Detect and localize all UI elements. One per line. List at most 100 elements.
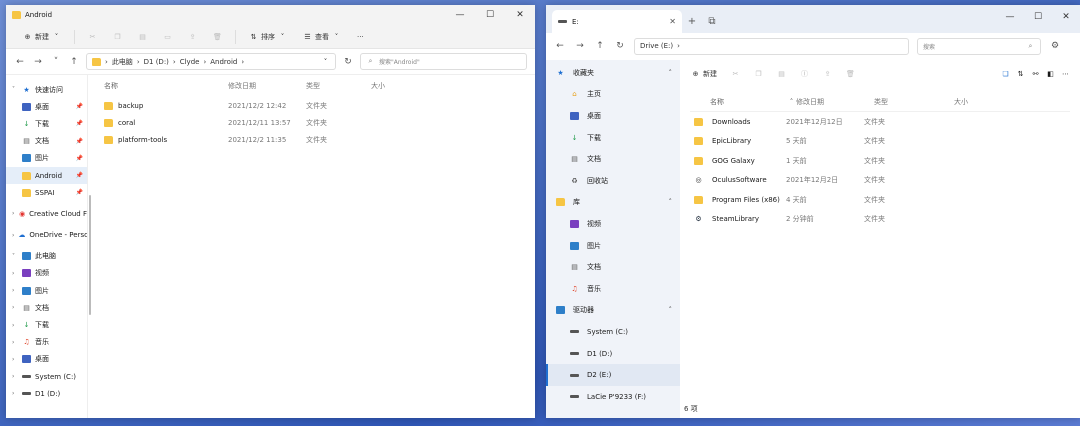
- column-type[interactable]: 类型: [874, 97, 954, 107]
- search-box[interactable]: ⌕ 搜索"Android": [360, 53, 527, 70]
- sidebar-item[interactable]: › 桌面: [6, 351, 87, 368]
- sidebar-item[interactable]: 桌面 📌: [6, 98, 87, 115]
- chevron-icon[interactable]: ›: [12, 322, 18, 329]
- sidebar-item[interactable]: 图片 📌: [6, 150, 87, 167]
- delete-button[interactable]: 🗑: [206, 28, 229, 46]
- view-button[interactable]: ☰ 查看 ˅: [296, 28, 348, 46]
- new-tab-button[interactable]: +: [682, 10, 702, 33]
- close-button[interactable]: ✕: [505, 5, 535, 25]
- chevron-up-icon[interactable]: ˄: [669, 198, 673, 206]
- sidebar-item[interactable]: › ◉ Creative Cloud F: [6, 205, 87, 222]
- sidebar-item[interactable]: Android 📌: [6, 166, 87, 185]
- sidebar-item[interactable]: D2 (E:): [546, 364, 680, 386]
- rename-button[interactable]: ▭: [156, 28, 179, 46]
- sidebar-item[interactable]: › 图片: [6, 282, 87, 299]
- minimize-button[interactable]: —: [996, 5, 1024, 28]
- title-bar[interactable]: Android — ☐ ✕: [6, 5, 535, 25]
- chevron-icon[interactable]: ›: [12, 356, 18, 363]
- up-button[interactable]: ↑: [68, 57, 80, 67]
- column-date[interactable]: 修改日期: [796, 97, 874, 107]
- sidebar-item[interactable]: ↓ 下载: [546, 127, 680, 149]
- sidebar-item[interactable]: ♫ 音乐: [546, 278, 680, 300]
- minimize-button[interactable]: —: [445, 5, 475, 25]
- sidebar-item[interactable]: › ↓ 下载: [6, 316, 87, 333]
- sidebar-item[interactable]: D1 (D:): [546, 343, 680, 365]
- sidebar-item[interactable]: › ♫ 音乐: [6, 334, 87, 351]
- close-button[interactable]: ✕: [1052, 5, 1080, 28]
- chevron-icon[interactable]: ›: [12, 373, 18, 380]
- refresh-button[interactable]: ↻: [342, 57, 354, 67]
- maximize-button[interactable]: ☐: [475, 5, 505, 25]
- more-button[interactable]: ···: [350, 28, 371, 46]
- forward-button[interactable]: →: [32, 57, 44, 67]
- share-button[interactable]: ⇪: [816, 65, 839, 83]
- new-button[interactable]: ⊕ 新建: [684, 65, 724, 83]
- table-row[interactable]: coral 2021/12/11 13:57 文件夹: [88, 114, 535, 131]
- forward-button[interactable]: →: [574, 41, 586, 51]
- sidebar-item[interactable]: › 视频: [6, 265, 87, 282]
- cut-button[interactable]: ✂: [81, 28, 104, 46]
- more-icon[interactable]: ⋯: [1061, 70, 1070, 78]
- sidebar-item[interactable]: ♻ 回收站: [546, 170, 680, 192]
- sidebar-item[interactable]: System (C:): [546, 321, 680, 343]
- paste-button[interactable]: ▤: [770, 65, 793, 83]
- copy-button[interactable]: ❐: [747, 65, 770, 83]
- tab-drive-e[interactable]: E: ✕: [552, 10, 682, 33]
- nav-scrollbar[interactable]: [89, 195, 91, 315]
- breadcrumb-item[interactable]: Clyde: [180, 58, 200, 66]
- sidebar-item[interactable]: › ☁ OneDrive - Perso: [6, 227, 87, 244]
- breadcrumb-item[interactable]: 此电脑: [112, 57, 133, 67]
- table-row[interactable]: platform-tools 2021/12/2 11:35 文件夹: [88, 131, 535, 148]
- maximize-button[interactable]: ☐: [1024, 5, 1052, 28]
- sidebar-group-drives[interactable]: 驱动器 ˄: [546, 300, 680, 322]
- sidebar-item[interactable]: 桌面: [546, 105, 680, 127]
- chevron-down-icon[interactable]: ˅: [321, 58, 330, 66]
- address-bar[interactable]: Drive (E:) ›: [634, 37, 909, 55]
- chevron-up-icon[interactable]: ˄: [669, 306, 673, 314]
- share-button[interactable]: ⇪: [181, 28, 204, 46]
- sidebar-item[interactable]: LaCie P'9233 (F:): [546, 386, 680, 408]
- chevron-icon[interactable]: ›: [12, 232, 14, 239]
- sidebar-group-library[interactable]: 库 ˄: [546, 192, 680, 214]
- new-button[interactable]: ⊕ 新建 ˅: [16, 28, 68, 46]
- sidebar-item[interactable]: ▤ 文档 📌: [6, 133, 87, 150]
- table-row[interactable]: backup 2021/12/2 12:42 文件夹: [88, 97, 535, 114]
- sidebar-item[interactable]: 视频: [546, 213, 680, 235]
- sidebar-item[interactable]: › D1 (D:): [6, 385, 87, 402]
- sidebar-item[interactable]: ↓ 下载 📌: [6, 115, 87, 132]
- table-row[interactable]: Program Files (x86) 4 天前 文件夹: [690, 190, 1080, 210]
- back-button[interactable]: ←: [14, 57, 26, 67]
- sidebar-item[interactable]: › ▤ 文档: [6, 299, 87, 316]
- chevron-icon[interactable]: ›: [12, 270, 18, 277]
- chevron-up-icon[interactable]: ˄: [669, 69, 673, 77]
- column-name[interactable]: 名称: [88, 81, 228, 91]
- cut-button[interactable]: ✂: [724, 65, 747, 83]
- paste-button[interactable]: ▤: [131, 28, 154, 46]
- sidebar-item[interactable]: SSPAI 📌: [6, 184, 87, 201]
- sidebar-item[interactable]: ˅ ★ 快速访问: [6, 81, 87, 98]
- table-row[interactable]: ⚙ SteamLibrary 2 分钟前 文件夹: [690, 210, 1080, 230]
- chevron-icon[interactable]: ›: [12, 210, 15, 217]
- preview-pane-icon[interactable]: ◧: [1046, 70, 1055, 78]
- copy-button[interactable]: ❐: [106, 28, 129, 46]
- up-button[interactable]: ↑: [594, 41, 606, 51]
- column-name[interactable]: 名称 ˄: [690, 97, 796, 107]
- chevron-icon[interactable]: ›: [12, 304, 18, 311]
- column-date[interactable]: 修改日期: [228, 81, 306, 91]
- tab-menu-button[interactable]: ⧉: [702, 10, 722, 33]
- chevron-icon[interactable]: ›: [12, 339, 18, 346]
- close-tab-icon[interactable]: ✕: [669, 17, 676, 26]
- table-row[interactable]: GOG Galaxy 1 天前 文件夹: [690, 151, 1080, 171]
- table-row[interactable]: ◎ OculusSoftware 2021年12月2日 文件夹: [690, 171, 1080, 191]
- sidebar-item[interactable]: › System (C:): [6, 368, 87, 385]
- address-bar[interactable]: › 此电脑 › D1 (D:) › Clyde › Android › ˅: [86, 53, 336, 70]
- chevron-icon[interactable]: ›: [12, 390, 18, 397]
- group-icon[interactable]: ⚯: [1031, 70, 1040, 78]
- chevron-icon[interactable]: ›: [12, 287, 18, 294]
- delete-button[interactable]: 🗑: [839, 65, 862, 83]
- sort-icon[interactable]: ⇅: [1016, 70, 1025, 78]
- chevron-icon[interactable]: ˅: [12, 86, 18, 93]
- refresh-button[interactable]: ↻: [614, 41, 626, 51]
- sidebar-item[interactable]: ⌂ 主页: [546, 84, 680, 106]
- layout-icon[interactable]: ❏: [1001, 70, 1010, 78]
